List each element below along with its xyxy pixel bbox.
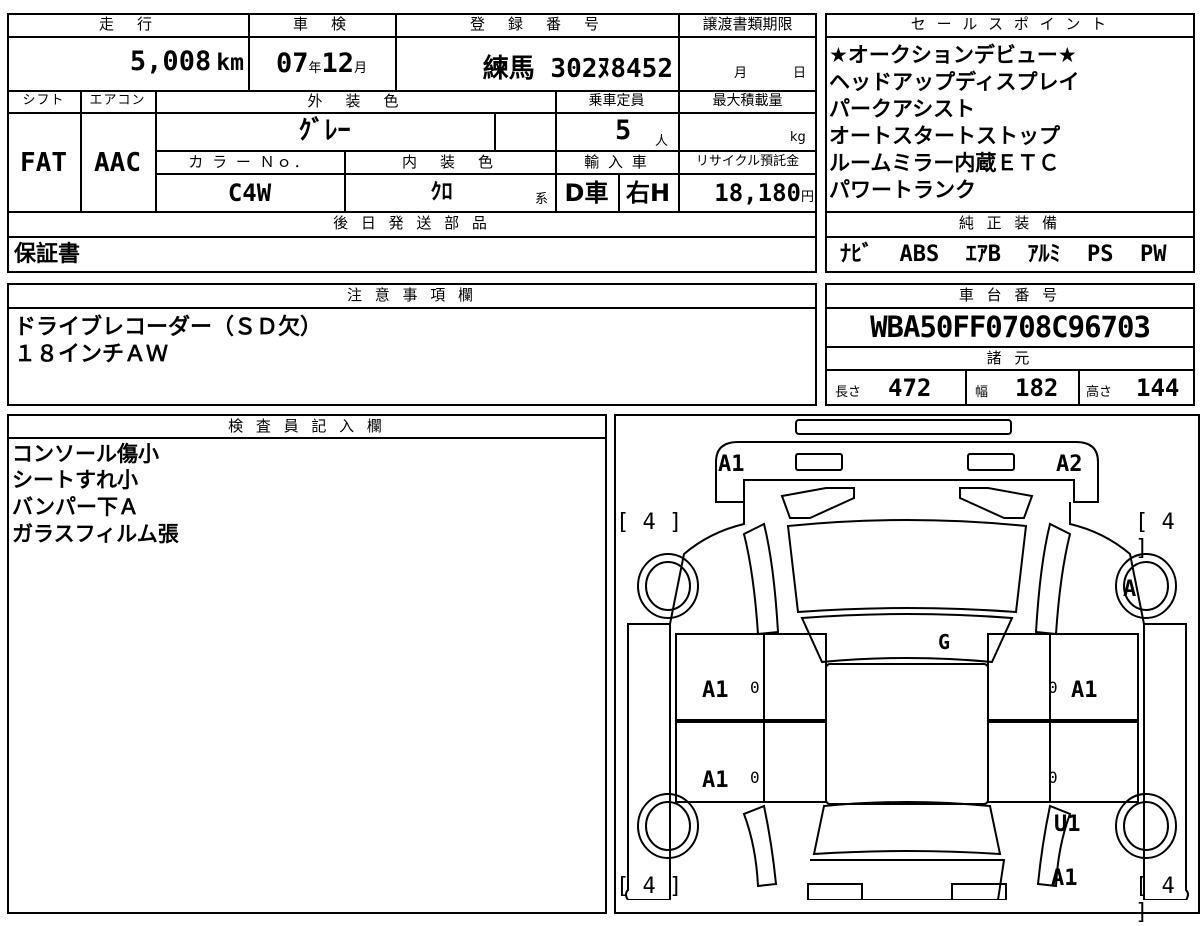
notes-line: １８インチＡＷ — [14, 342, 169, 367]
divider — [7, 236, 817, 238]
tire-rear-right: [ 4 ] — [1135, 874, 1175, 925]
shift-header: シフト — [22, 93, 65, 108]
tire-front-right: [ 4 ] — [1135, 510, 1175, 561]
divider — [155, 173, 817, 175]
shaken-header: 車 検 — [292, 15, 350, 33]
import-header: 輸 入 車 — [584, 153, 649, 171]
zero-label: 0 — [1048, 678, 1058, 697]
transfer-month-label: 月 — [734, 66, 748, 81]
mileage-header: 走 行 — [98, 15, 156, 33]
divider — [825, 369, 1195, 371]
sales-point: パワートランク — [829, 178, 976, 202]
inspector-header: 検 査 員 記 入 欄 — [228, 417, 386, 435]
exterior-color-value: ｸﾞﾚｰ — [298, 116, 351, 146]
tire-front-left: [ 4 ] — [616, 510, 683, 535]
mark-right-front-door: A1 — [1071, 678, 1098, 703]
interior-color-value: ｸﾛ — [430, 180, 453, 205]
notes-header: 注 意 事 項 欄 — [346, 286, 478, 304]
equipment-item: ｱﾙﾐ — [1027, 242, 1061, 267]
equipment-item: ｴｱB — [965, 242, 1002, 267]
handle-value: 右H — [625, 179, 671, 207]
max-load-header: 最大積載量 — [712, 93, 783, 109]
tire-rear-left: [ 4 ] — [616, 874, 683, 899]
height-label: 高さ — [1086, 385, 1113, 400]
genuine-equipment-header: 純 正 装 備 — [958, 214, 1062, 232]
mileage-value: 5,008 km — [129, 46, 244, 77]
zero-label: 0 — [750, 768, 760, 787]
divider — [494, 112, 496, 150]
import-value: D車 — [564, 179, 609, 207]
registration-header: 登 録 番 号 — [469, 15, 603, 33]
recycle-header: リサイクル預託金 — [695, 154, 800, 169]
mark-front-left: A1 — [718, 452, 745, 477]
inspector-line: ガラスフィルム張 — [12, 522, 179, 546]
sales-points-list: ★オークションデビュー★ ヘッドアップディスプレイ パークアシスト オートスター… — [829, 42, 1080, 204]
capacity-header: 乗車定員 — [588, 93, 645, 109]
shift-value: FAT — [20, 148, 67, 178]
mark-left-front-door: A1 — [702, 678, 729, 703]
chassis-number: WBA50FF0708C96703 — [870, 310, 1151, 344]
divider — [825, 36, 1195, 38]
zero-label: 0 — [1048, 768, 1058, 787]
sales-point: オートスタートストップ — [829, 124, 1060, 148]
later-parts-header: 後 日 発 送 部 品 — [333, 214, 491, 232]
dimensions-header: 諸 元 — [986, 349, 1034, 367]
length-label: 長さ — [835, 385, 862, 400]
shaken-value: 07年12月 — [275, 48, 368, 79]
exterior-color-header: 外 装 色 — [307, 92, 403, 110]
length-value: 472 — [888, 374, 932, 402]
equipment-item: PW — [1140, 242, 1167, 267]
aircon-value: AAC — [94, 148, 141, 178]
width-value: 182 — [1015, 374, 1059, 402]
height-value: 144 — [1136, 374, 1180, 402]
divider — [965, 369, 967, 406]
max-load-unit: kg — [790, 130, 806, 145]
transfer-day-label: 日 — [793, 66, 807, 81]
divider — [7, 437, 607, 439]
color-no-header: カ ラ ー Ｎｏ． — [188, 153, 311, 171]
mark-right-front-wheel: A — [1123, 577, 1137, 602]
mark-left-rear-door: A1 — [702, 768, 729, 793]
divider — [1078, 369, 1080, 406]
mark-right-rear-panel: U1 — [1054, 812, 1081, 837]
equipment-item: ﾅﾋﾞ — [840, 242, 874, 267]
zero-label: 0 — [750, 678, 760, 697]
inspector-line: コンソール傷小 — [12, 442, 159, 466]
width-label: 幅 — [975, 385, 989, 400]
equipment-item: PS — [1087, 242, 1114, 267]
inspector-line: バンパー下Ａ — [12, 495, 140, 519]
registration-value: 練馬 302ﾇ8452 — [482, 54, 673, 84]
divider — [7, 307, 817, 309]
sales-point: パークアシスト — [829, 97, 976, 121]
recycle-value: 18,180円 — [714, 179, 814, 207]
notes-line: ドライブレコーダー（ＳＤ欠） — [14, 315, 323, 340]
later-parts-value: 保証書 — [14, 242, 81, 267]
chassis-header: 車 台 番 号 — [958, 286, 1062, 304]
mark-front-right: A2 — [1056, 452, 1083, 477]
divider — [825, 236, 1195, 238]
transfer-deadline-header: 譲渡書類期限 — [702, 15, 793, 33]
sales-point: ルームミラー内蔵ＥＴＣ — [829, 151, 1060, 175]
mark-right-rear-lower: A1 — [1051, 866, 1078, 891]
equipment-item: ABS — [899, 242, 940, 267]
color-no-value: C4W — [227, 179, 272, 207]
interior-color-header: 内 装 色 — [401, 153, 497, 171]
sales-point: ★オークションデビュー★ — [829, 43, 1077, 67]
sales-points-header: セ ー ル ス ポ イ ン ト — [910, 15, 1110, 33]
aircon-header: エアコン — [89, 93, 146, 108]
car-diagram — [625, 419, 1189, 900]
sales-point: ヘッドアップディスプレイ — [829, 70, 1080, 94]
genuine-equipment-list: ﾅﾋﾞ ABS ｴｱB ｱﾙﾐ PS PW — [840, 240, 1167, 270]
mark-windshield: G — [938, 630, 951, 654]
divider — [7, 36, 817, 38]
interior-color-unit: 系 — [535, 192, 549, 207]
inspector-line: シートすれ小 — [12, 468, 138, 492]
